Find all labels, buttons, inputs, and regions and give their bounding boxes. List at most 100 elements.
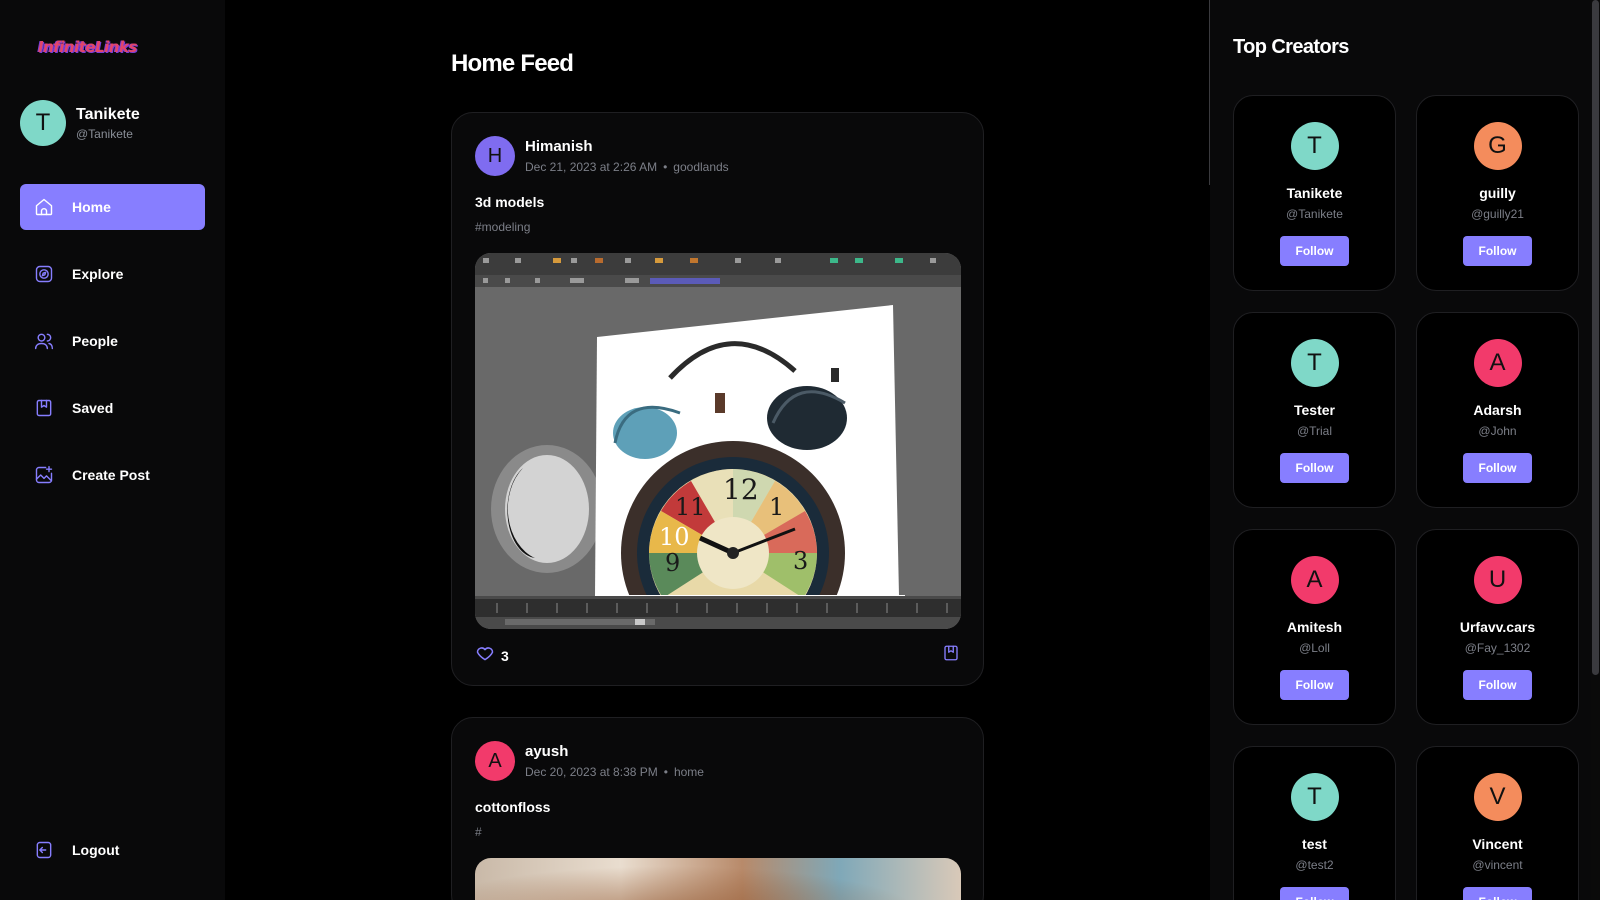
post-card: A ayush Dec 20, 2023 at 8:38 PM • home cot…	[451, 717, 984, 900]
author-avatar[interactable]: A	[475, 741, 515, 781]
creator-card[interactable]: A Amitesh @Loll Follow	[1233, 529, 1396, 725]
post-caption: cottonfloss	[475, 799, 551, 815]
follow-button[interactable]: Follow	[1280, 670, 1349, 700]
creator-name: Adarsh	[1473, 402, 1522, 418]
creator-avatar: A	[1290, 556, 1339, 604]
heart-icon	[475, 643, 495, 668]
bookmark-icon	[944, 645, 958, 661]
user-handle: @Tanikete	[76, 126, 133, 141]
post-image[interactable]: 12 1 11 10 9 3	[475, 253, 961, 629]
nav-label-saved: Saved	[72, 400, 114, 416]
post-location: goodlands	[673, 160, 729, 174]
creator-avatar-initial: A	[1306, 566, 1323, 593]
creator-avatar: T	[1290, 339, 1339, 387]
creator-avatar-initial: A	[1489, 349, 1506, 376]
nav-item-create-post[interactable]: Create Post	[20, 452, 205, 498]
post-tags: #modeling	[475, 220, 531, 234]
logout-icon	[34, 840, 54, 860]
creator-card[interactable]: V Vincent @vincent Follow	[1416, 746, 1579, 900]
svg-text:10: 10	[659, 523, 690, 551]
creator-avatar: A	[1473, 339, 1522, 387]
follow-button[interactable]: Follow	[1463, 887, 1532, 900]
logout-label: Logout	[72, 842, 120, 858]
svg-text:3: 3	[793, 547, 808, 575]
post-location: home	[673, 765, 704, 779]
post-image[interactable]	[475, 858, 961, 900]
creator-avatar-initial: U	[1488, 566, 1507, 593]
svg-text:9: 9	[665, 549, 680, 577]
creator-avatar-initial: T	[1307, 349, 1322, 376]
top-creators-title: Top Creators	[1233, 36, 1349, 58]
app-logo[interactable]: InfiniteLinks	[38, 38, 137, 56]
creator-avatar: U	[1473, 556, 1522, 604]
creator-avatar-initial: T	[1307, 783, 1322, 810]
scrollbar-thumb[interactable]	[1592, 0, 1599, 675]
creator-handle: @test2	[1295, 858, 1334, 872]
main-nav: Home Explore People Saved Create Post	[20, 184, 205, 519]
home-icon	[34, 197, 54, 217]
post-author[interactable]: ayush	[525, 743, 704, 760]
user-avatar-initial: T	[35, 109, 51, 136]
creator-card[interactable]: A Adarsh @John Follow	[1416, 312, 1579, 508]
follow-button[interactable]: Follow	[1463, 670, 1532, 700]
post-meta-line: Dec 20, 2023 at 8:38 PM • home	[525, 765, 704, 779]
nav-label-people: People	[72, 333, 118, 349]
follow-button[interactable]: Follow	[1280, 887, 1349, 900]
page-title: Home Feed	[451, 50, 574, 77]
svg-text:1: 1	[769, 493, 784, 521]
page-scrollbar[interactable]	[1591, 0, 1600, 900]
save-post-button[interactable]	[942, 644, 960, 667]
svg-text:12: 12	[723, 473, 759, 506]
post-meta-line: Dec 21, 2023 at 2:26 AM • goodlands	[525, 160, 729, 174]
creator-name: Tester	[1294, 402, 1335, 418]
post-author[interactable]: Himanish	[525, 138, 729, 155]
logout-section: Logout	[20, 827, 205, 894]
creator-handle: @guilly21	[1471, 207, 1524, 221]
separator-dot: •	[663, 160, 668, 174]
creator-name: Vincent	[1472, 836, 1523, 852]
like-count: 3	[501, 647, 509, 664]
follow-button[interactable]: Follow	[1280, 453, 1349, 483]
nav-item-home[interactable]: Home	[20, 184, 205, 230]
logout-button[interactable]: Logout	[20, 827, 205, 873]
cylinder-model	[491, 445, 603, 573]
author-avatar[interactable]: H	[475, 136, 515, 176]
creator-card[interactable]: T Tanikete @Tanikete Follow	[1233, 95, 1396, 291]
creator-card[interactable]: T Tester @Trial Follow	[1233, 312, 1396, 508]
creator-card[interactable]: T test @test2 Follow	[1233, 746, 1396, 900]
creator-name: Amitesh	[1286, 619, 1343, 635]
blurred-photo	[475, 858, 961, 900]
author-avatar-initial: A	[488, 749, 502, 772]
like-button[interactable]: 3	[475, 643, 509, 668]
creator-handle: @Trial	[1296, 424, 1333, 438]
creator-avatar-initial: V	[1489, 783, 1506, 810]
follow-button[interactable]: Follow	[1280, 236, 1349, 266]
nav-item-explore[interactable]: Explore	[20, 251, 205, 297]
post-card: H Himanish Dec 21, 2023 at 2:26 AM • goodl…	[451, 112, 984, 686]
user-avatar: T	[20, 100, 66, 146]
separator-dot: •	[663, 765, 668, 779]
creator-avatar: T	[1290, 122, 1339, 170]
compass-icon	[34, 264, 54, 284]
people-icon	[34, 331, 54, 351]
creator-handle: @Tanikete	[1286, 207, 1343, 221]
creator-name: guilly	[1479, 185, 1516, 201]
creator-avatar: G	[1473, 122, 1522, 170]
follow-button[interactable]: Follow	[1463, 236, 1532, 266]
post-actions: 3	[475, 643, 960, 668]
creator-card[interactable]: G guilly @guilly21 Follow	[1416, 95, 1579, 291]
creator-name: test	[1302, 836, 1327, 852]
user-profile[interactable]: T Tanikete @Tanikete	[20, 100, 140, 146]
nav-item-saved[interactable]: Saved	[20, 385, 205, 431]
creator-avatar-initial: G	[1488, 132, 1507, 159]
creator-card[interactable]: U Urfavv.cars @Fay_1302 Follow	[1416, 529, 1579, 725]
creator-name: Urfavv.cars	[1459, 619, 1536, 635]
post-header: A ayush Dec 20, 2023 at 8:38 PM • home	[475, 741, 704, 781]
creator-handle: @Loll	[1299, 641, 1330, 655]
author-avatar-initial: H	[487, 144, 503, 167]
nav-item-people[interactable]: People	[20, 318, 205, 364]
follow-button[interactable]: Follow	[1463, 453, 1532, 483]
creator-avatar: V	[1473, 773, 1522, 821]
post-caption: 3d models	[475, 194, 545, 210]
bookmark-icon	[34, 398, 54, 418]
